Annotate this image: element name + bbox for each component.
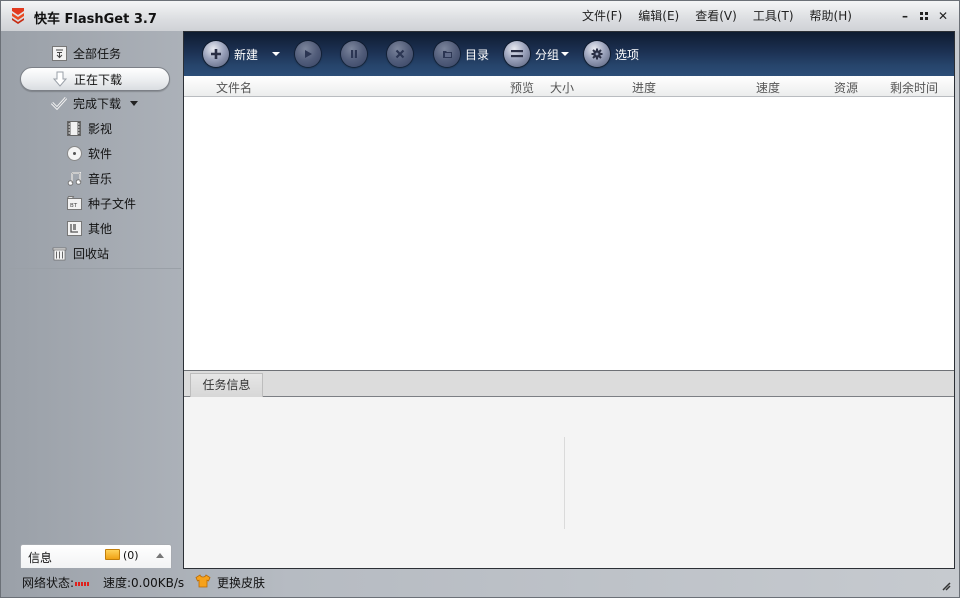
- sidebar-item-label: 影视: [88, 121, 113, 136]
- sidebar-item-music[interactable]: 音乐: [66, 167, 112, 189]
- sidebar-item-label: 完成下载: [73, 96, 122, 111]
- sidebar-item-label: 正在下载: [74, 72, 123, 87]
- bt-icon: BT: [66, 195, 82, 211]
- message-panel[interactable]: 信息 (0): [20, 544, 172, 568]
- menu-help[interactable]: 帮助(H): [804, 7, 858, 24]
- sidebar-item-software[interactable]: 软件: [66, 142, 112, 164]
- expand-chevron-icon[interactable]: [130, 100, 139, 106]
- flashget-window: 快车 FlashGet 3.7 文件(F) 编辑(E) 查看(V) 工具(T) …: [0, 0, 960, 598]
- new-task-label: 新建: [234, 47, 259, 62]
- minimize-button[interactable]: –: [899, 8, 911, 24]
- pause-button[interactable]: [341, 40, 367, 68]
- sidebar-item-label: 种子文件: [88, 196, 137, 211]
- delete-x-icon: [387, 41, 413, 67]
- column-preview[interactable]: 预览: [510, 79, 534, 96]
- menu-bar: 文件(F) 编辑(E) 查看(V) 工具(T) 帮助(H): [576, 7, 862, 24]
- column-time-remaining[interactable]: 剩余时间: [890, 79, 938, 96]
- directory-button[interactable]: 目录: [434, 40, 489, 68]
- sidebar-item-label: 回收站: [73, 246, 110, 261]
- column-filename[interactable]: 文件名: [216, 79, 252, 96]
- list-icon: [504, 41, 530, 67]
- menu-edit[interactable]: 编辑(E): [632, 7, 685, 24]
- group-dropdown-icon: [561, 52, 570, 56]
- options-button[interactable]: 选项: [584, 40, 639, 68]
- menu-file[interactable]: 文件(F): [576, 7, 628, 24]
- shirt-icon[interactable]: [195, 574, 211, 588]
- task-info-panel: [184, 397, 954, 568]
- tab-task-info[interactable]: 任务信息: [190, 373, 263, 398]
- svg-text:BT: BT: [70, 203, 78, 209]
- flashget-logo-icon: [12, 8, 24, 24]
- info-splitter[interactable]: [564, 437, 565, 529]
- maximize-button[interactable]: [918, 8, 930, 24]
- sidebar-item-film[interactable]: 影视: [66, 117, 112, 139]
- plus-icon: [203, 41, 229, 67]
- network-signal-icon: [75, 582, 89, 586]
- sidebar-item-recycle-bin[interactable]: 回收站: [51, 242, 109, 264]
- column-sources[interactable]: 资源: [834, 79, 858, 96]
- trash-icon: [51, 245, 67, 261]
- pause-icon: [341, 41, 367, 67]
- sidebar-item-torrent[interactable]: BT 种子文件: [66, 192, 136, 214]
- delete-button[interactable]: [387, 40, 413, 68]
- new-task-button[interactable]: 新建: [203, 40, 258, 68]
- downloading-icon: [52, 71, 68, 87]
- column-speed[interactable]: 速度: [756, 79, 780, 96]
- info-tab-bar: 任务信息: [184, 370, 954, 398]
- close-button[interactable]: ✕: [937, 8, 949, 24]
- message-count: (0): [123, 549, 139, 562]
- music-icon: [66, 170, 82, 186]
- group-label: 分组: [535, 47, 560, 62]
- download-speed: 速度:0.00KB/s: [103, 576, 185, 590]
- sidebar-item-label: 软件: [88, 146, 113, 161]
- maximize-icon: [920, 12, 928, 20]
- play-icon: [295, 41, 321, 67]
- menu-tools[interactable]: 工具(T): [747, 7, 800, 24]
- sidebar-item-label: 音乐: [88, 171, 113, 186]
- all-tasks-icon: [51, 45, 67, 61]
- sidebar: 全部任务 正在下载 完成下载 影视 软件 音乐 BT 种子文件 其他 回收站: [1, 31, 183, 569]
- network-status-label: 网络状态:: [22, 576, 75, 590]
- column-size[interactable]: 大小: [550, 79, 574, 96]
- menu-view[interactable]: 查看(V): [689, 7, 743, 24]
- expand-up-icon[interactable]: [156, 553, 164, 558]
- check-icon: [51, 95, 67, 111]
- sidebar-item-all-tasks[interactable]: 全部任务: [51, 42, 121, 64]
- title-bar[interactable]: 快车 FlashGet 3.7 文件(F) 编辑(E) 查看(V) 工具(T) …: [1, 1, 959, 31]
- disc-icon: [66, 145, 82, 161]
- sidebar-item-label: 其他: [88, 221, 113, 236]
- main-panel: 新建 目录 分组 选项 文件名 预览 大小 进度 速度 资源 剩余时间 任务信息: [183, 31, 955, 569]
- sidebar-item-other[interactable]: 其他: [66, 217, 112, 239]
- message-panel-label: 信息: [28, 551, 53, 565]
- toolbar: 新建 目录 分组 选项: [184, 32, 954, 76]
- group-button[interactable]: 分组: [504, 40, 570, 68]
- film-icon: [66, 120, 82, 136]
- mail-icon: [105, 549, 120, 560]
- folder-icon: [434, 41, 460, 67]
- gear-icon: [584, 41, 610, 67]
- sidebar-item-downloading[interactable]: 正在下载: [20, 67, 170, 91]
- task-list-header: 文件名 预览 大小 进度 速度 资源 剩余时间: [184, 76, 954, 97]
- window-controls: – ✕: [899, 8, 949, 24]
- column-progress[interactable]: 进度: [632, 79, 656, 96]
- options-label: 选项: [615, 47, 640, 62]
- sidebar-item-completed[interactable]: 完成下载: [51, 92, 139, 114]
- resize-grip-icon[interactable]: [941, 581, 951, 591]
- other-icon: [66, 220, 82, 236]
- sidebar-divider: [9, 268, 181, 269]
- directory-label: 目录: [465, 47, 490, 62]
- new-task-dropdown-icon[interactable]: [272, 52, 280, 56]
- task-list[interactable]: [184, 97, 954, 370]
- app-title: 快车 FlashGet 3.7: [34, 12, 157, 27]
- status-bar: 网络状态: 速度:0.00KB/s 更换皮肤: [1, 569, 959, 597]
- sidebar-item-label: 全部任务: [73, 46, 122, 61]
- start-button[interactable]: [295, 40, 321, 68]
- change-skin-link[interactable]: 更换皮肤: [217, 574, 265, 591]
